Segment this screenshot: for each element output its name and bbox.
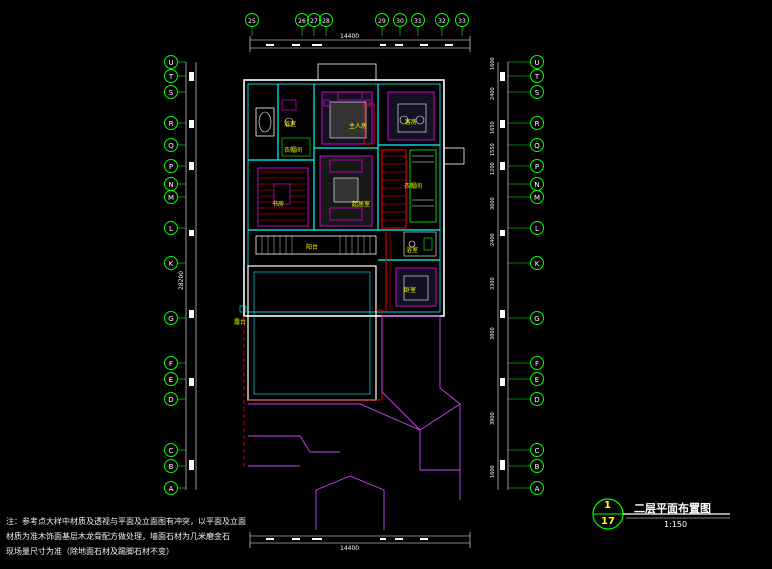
right-dimension-value: 1600 [490,57,496,70]
svg-text:T: T [534,73,540,81]
right-dimension-value: 1650 [490,121,496,134]
svg-text:27: 27 [310,18,318,25]
svg-text:F: F [169,360,173,368]
svg-text:Q: Q [534,142,540,150]
label-guest-room: 客房 [405,118,417,126]
label-cloakroom: 衣帽间 [284,146,302,154]
general-note-line-2: 材质为准木饰面基层木龙骨配方做处理，墙面石材为几米磨金石 [6,532,230,541]
drawing-number: 1 [604,500,611,511]
right-dimension-value: 3600 [490,197,496,210]
svg-text:U: U [534,59,539,67]
right-dimension-value: 2400 [490,233,496,246]
svg-text:L: L [169,225,173,233]
svg-text:T: T [168,73,174,81]
svg-text:S: S [535,89,540,97]
svg-text:28: 28 [322,18,330,25]
svg-text:D: D [534,396,539,404]
svg-text:A: A [169,485,174,493]
right-dimension-value: 3900 [490,412,496,425]
svg-text:25: 25 [248,18,256,25]
sheet-number: 17 [601,516,615,527]
svg-text:C: C [169,447,174,455]
svg-text:P: P [169,163,173,171]
svg-text:33: 33 [458,18,466,25]
label-terrace: 露台 [234,318,246,326]
label-master-bedroom: 主人房 [349,122,367,130]
svg-text:G: G [168,315,173,323]
top-dimension-text: 14400 [340,33,359,40]
right-dimension-value: 2400 [490,87,496,100]
bottom-dimension-text: 14400 [340,545,359,552]
svg-text:N: N [168,181,173,189]
master-bedroom [321,91,373,145]
svg-text:29: 29 [378,18,386,25]
svg-text:B: B [535,463,540,471]
svg-text:R: R [535,120,540,128]
svg-text:N: N [534,181,539,189]
svg-text:R: R [169,120,174,128]
label-lounge: 起居室 [352,200,370,208]
right-dimension-value: 1200 [490,162,496,175]
svg-text:U: U [168,59,173,67]
svg-text:A: A [535,485,540,493]
svg-text:30: 30 [396,18,404,25]
svg-text:26: 26 [298,18,306,25]
label-bathroom: 浴室 [284,120,296,128]
svg-text:31: 31 [414,18,422,25]
svg-text:P: P [535,163,539,171]
svg-text:32: 32 [438,18,446,25]
right-dimension-value: 1600 [490,465,496,478]
right-dimension-value: 3300 [490,277,496,290]
guest-room [387,91,435,141]
svg-text:G: G [534,315,539,323]
right-dimension-value: 3800 [490,327,496,340]
label-bathroom-2: 浴室 [406,246,418,254]
svg-text:M: M [534,194,540,202]
label-bedroom: 卧室 [404,286,416,294]
svg-text:Q: Q [168,142,174,150]
svg-text:F: F [535,360,539,368]
drawing-title: 二层平面布置图 [634,502,711,515]
general-note-line-1: 注：参考点大样中材质及透视与平面及立面图有冲突，以平面及立面 [6,517,246,526]
svg-text:C: C [535,447,540,455]
general-note-line-3: 现场量尺寸为准（除地面石材及踢脚石材不变） [6,547,174,556]
svg-text:B: B [169,463,174,471]
label-corridor: 衣帽间 [404,182,422,190]
right-dimension-value: 1550 [490,143,496,156]
svg-text:L: L [535,225,539,233]
svg-text:E: E [535,376,539,384]
left-dimension-text: 28200 [178,271,185,290]
svg-text:K: K [535,260,540,268]
svg-text:E: E [169,376,173,384]
label-balcony: 阳台 [306,243,318,251]
svg-text:D: D [168,396,173,404]
svg-text:K: K [169,260,174,268]
label-study: 书房 [272,200,284,208]
drawing-scale: 1:150 [664,520,688,529]
svg-text:S: S [169,89,174,97]
floor-plan-drawing: 14400 14400 28200 1600240016501550120036… [0,0,772,569]
lounge [319,155,373,227]
svg-text:M: M [168,194,174,202]
